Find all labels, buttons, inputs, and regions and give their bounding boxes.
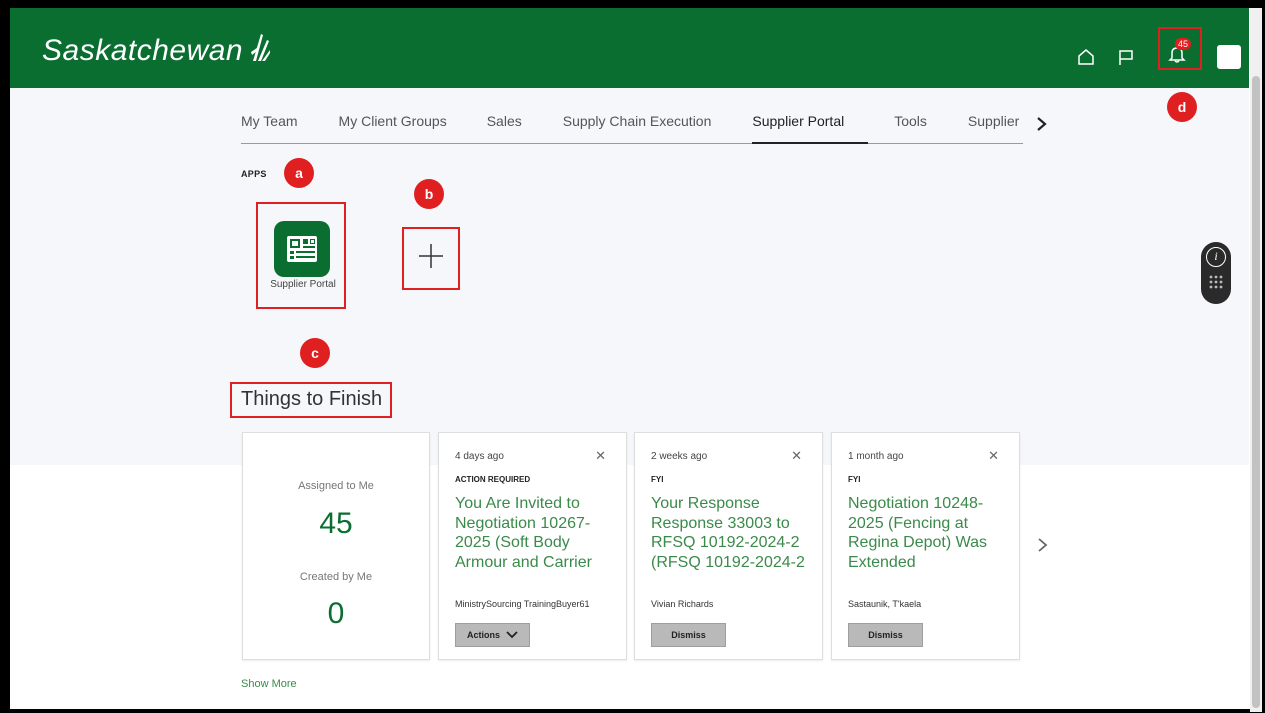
cards-next-chevron-icon[interactable] [1036,536,1050,554]
info-icon: i [1206,247,1226,267]
tab-supplier-support[interactable]: Supplier Supp [968,112,1023,144]
annotation-marker-b: b [414,179,444,209]
assigned-to-me-count[interactable]: 45 [243,507,429,541]
task-title-link[interactable]: Your Response Response 33003 to RFSQ 101… [651,494,811,574]
task-card: 2 weeks ago ✕ FYI Your Response Response… [634,432,823,660]
annotation-marker-d: d [1167,92,1197,122]
brand-logo[interactable]: Saskatchewan [42,32,271,70]
things-to-finish-title: Things to Finish [241,388,383,410]
navigation-tabs: My Team My Client Groups Sales Supply Ch… [241,112,1023,144]
chevron-down-icon [506,631,518,639]
assigned-to-me-label: Assigned to Me [298,480,374,492]
task-type: FYI [651,475,664,484]
task-type: ACTION REQUIRED [455,475,531,484]
annotation-box-notifications [1158,27,1202,70]
task-time: 2 weeks ago [651,451,708,462]
tab-my-team[interactable]: My Team [241,112,298,144]
apps-section-label: APPS [241,169,267,179]
tab-supplier-portal[interactable]: Supplier Portal [752,112,869,144]
grid-dots-icon [1209,275,1223,294]
annotation-marker-c: c [300,338,330,368]
dismiss-button[interactable]: Dismiss [848,623,923,647]
annotation-box-apps [256,202,346,309]
home-icon[interactable] [1075,46,1097,68]
close-icon[interactable]: ✕ [791,448,802,464]
close-icon[interactable]: ✕ [595,448,606,464]
show-more-link[interactable]: Show More [241,678,297,690]
task-type: FYI [848,475,861,484]
created-by-me-count[interactable]: 0 [243,597,429,631]
task-title-link[interactable]: Negotiation 10248-2025 (Fencing at Regin… [848,494,1008,574]
annotation-marker-a: a [284,158,314,188]
brand-name: Saskatchewan [42,34,244,67]
top-navigation-bar: Saskatchewan 45 [10,8,1249,88]
vertical-scrollbar[interactable] [1250,8,1262,712]
wheat-logo-icon [249,32,271,70]
summary-card: Assigned to Me 45 Created by Me 0 [242,432,430,660]
actions-button[interactable]: Actions [455,623,530,647]
user-avatar[interactable] [1217,45,1241,69]
tab-my-client-groups[interactable]: My Client Groups [339,112,447,144]
task-person: Sastaunik, T'kaela [848,599,922,609]
tab-sales[interactable]: Sales [487,112,522,144]
task-time: 1 month ago [848,451,904,462]
tabs-next-chevron-icon[interactable] [1035,115,1049,133]
tab-supply-chain-execution[interactable]: Supply Chain Execution [563,112,712,144]
springboard-background [10,88,1249,465]
dismiss-button[interactable]: Dismiss [651,623,726,647]
tab-tools[interactable]: Tools [894,112,927,144]
info-widget[interactable]: i [1201,242,1231,304]
task-card: 1 month ago ✕ FYI Negotiation 10248-2025… [831,432,1020,660]
task-time: 4 days ago [455,451,504,462]
close-icon[interactable]: ✕ [988,448,999,464]
task-person: MinistrySourcing TrainingBuyer61 [455,599,590,609]
annotation-box-add [402,227,460,290]
flag-icon[interactable] [1115,46,1137,68]
task-person: Vivian Richards [651,599,714,609]
actions-button-label: Actions [466,630,500,640]
scrollbar-thumb[interactable] [1252,76,1260,708]
created-by-me-label: Created by Me [299,571,373,583]
task-title-link[interactable]: You Are Invited to Negotiation 10267-202… [455,494,615,574]
task-card: 4 days ago ✕ ACTION REQUIRED You Are Inv… [438,432,627,660]
